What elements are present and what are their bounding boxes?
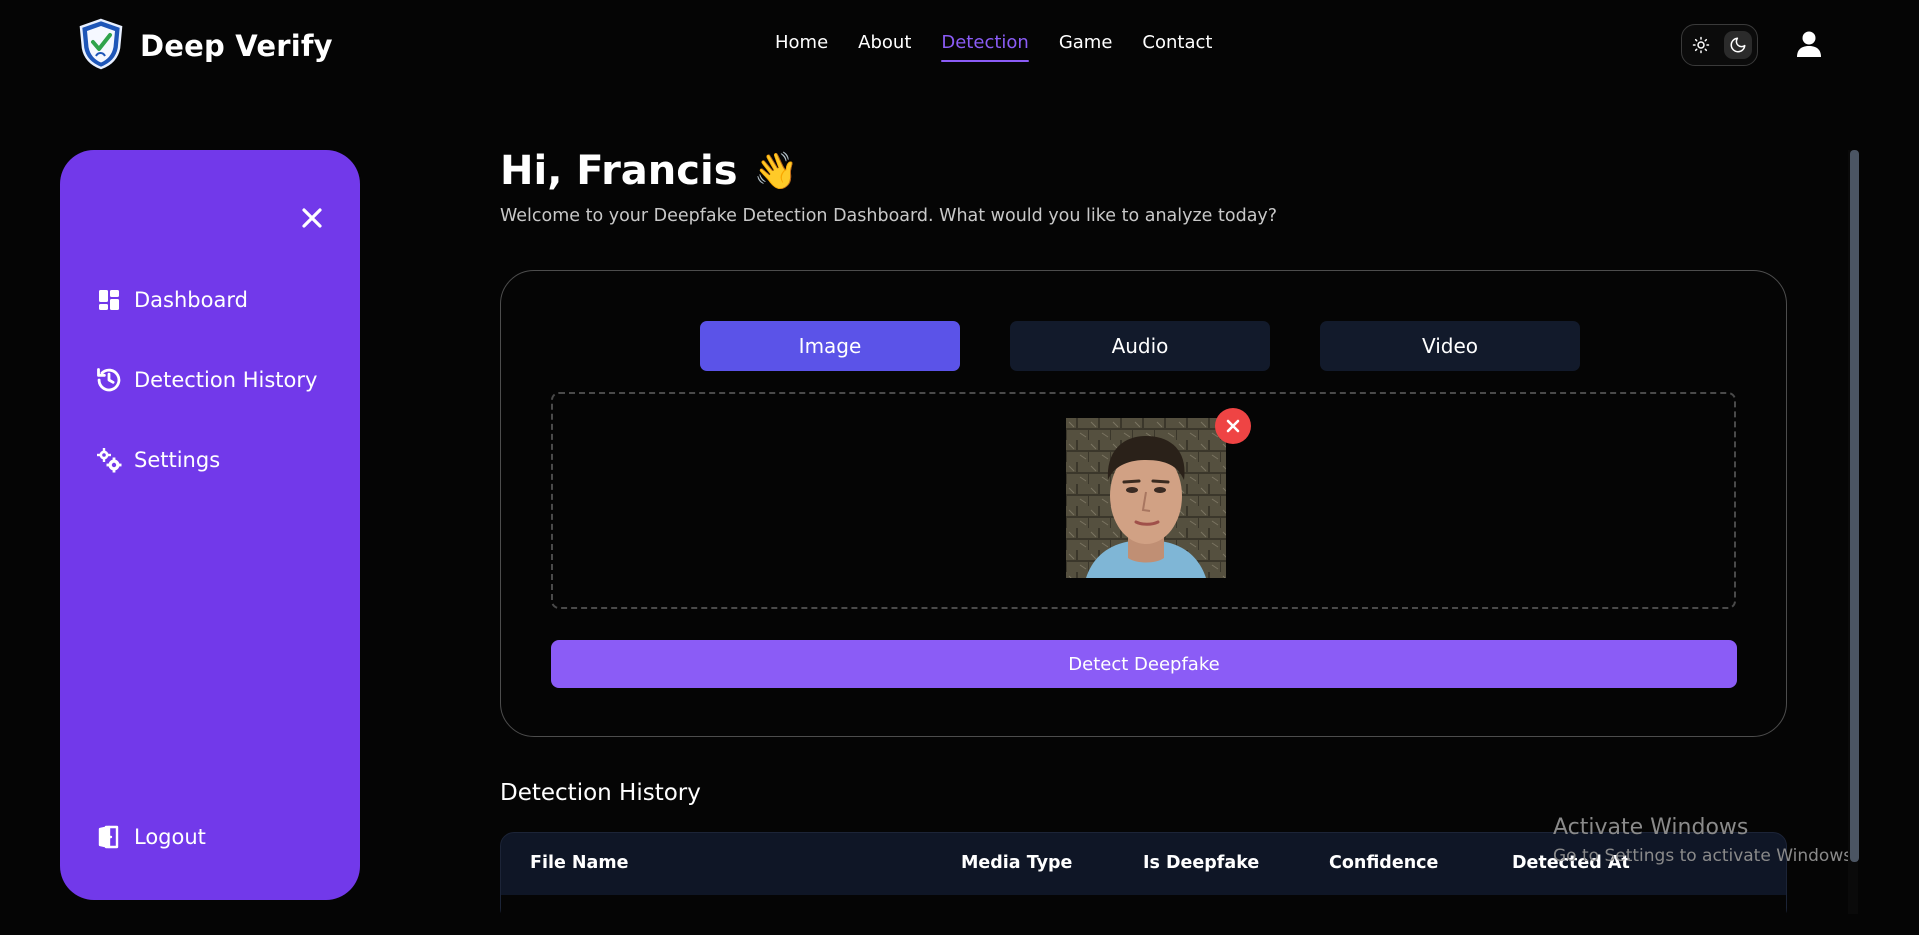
- detect-deepfake-button[interactable]: Detect Deepfake: [551, 640, 1737, 688]
- tab-image[interactable]: Image: [700, 321, 960, 371]
- close-icon[interactable]: [296, 202, 328, 234]
- sun-icon[interactable]: [1687, 31, 1715, 59]
- greeting-text: Hi, Francis: [500, 148, 738, 194]
- column-media-type[interactable]: Media Type: [961, 853, 1072, 873]
- shield-logo-icon: [78, 18, 124, 74]
- gears-icon: [95, 446, 123, 474]
- logout-label: Logout: [134, 825, 206, 849]
- upload-card: Image Audio Video Detect Deepfake: [500, 270, 1787, 737]
- column-file-name[interactable]: File Name: [530, 853, 628, 873]
- upload-dropzone[interactable]: [551, 392, 1736, 609]
- logout-icon: [95, 823, 123, 851]
- scrollbar-thumb[interactable]: [1850, 150, 1859, 862]
- wave-emoji: 👋: [753, 151, 799, 192]
- sidebar-item-settings[interactable]: Settings: [95, 446, 220, 474]
- tab-video[interactable]: Video: [1320, 321, 1580, 371]
- sidebar: Dashboard Detection History Settings Log…: [60, 150, 360, 900]
- nav-detection[interactable]: Detection: [941, 32, 1030, 62]
- table-row: [501, 895, 1786, 935]
- moon-icon[interactable]: [1724, 31, 1753, 59]
- sidebar-item-label: Settings: [134, 448, 221, 472]
- nav-about[interactable]: About: [858, 32, 911, 62]
- windows-activation-watermark: Activate Windows Go to Settings to activ…: [1553, 815, 1858, 866]
- column-confidence[interactable]: Confidence: [1329, 853, 1438, 873]
- sidebar-item-label: Detection History: [134, 368, 318, 392]
- welcome-subtitle: Welcome to your Deepfake Detection Dashb…: [500, 206, 1278, 226]
- watermark-title: Activate Windows: [1553, 815, 1749, 840]
- uploaded-image-preview: [1066, 418, 1226, 578]
- main-nav: Home About Detection Game Contact: [775, 32, 1212, 62]
- brand[interactable]: Deep Verify: [78, 18, 333, 74]
- brand-title: Deep Verify: [140, 29, 333, 63]
- nav-contact[interactable]: Contact: [1142, 32, 1212, 62]
- dashboard-icon: [95, 286, 123, 314]
- watermark-subtitle: Go to Settings to activate Windows.: [1553, 846, 1858, 866]
- column-is-deepfake[interactable]: Is Deepfake: [1143, 853, 1259, 873]
- theme-toggle[interactable]: [1681, 24, 1758, 66]
- top-navbar: Deep Verify Home About Detection Game Co…: [0, 0, 1919, 90]
- tab-audio[interactable]: Audio: [1010, 321, 1270, 371]
- sidebar-item-detection-history[interactable]: Detection History: [95, 366, 317, 394]
- detection-history-title: Detection History: [500, 780, 701, 806]
- greeting-heading: Hi, Francis 👋: [500, 148, 798, 194]
- logout-button[interactable]: Logout: [95, 823, 206, 851]
- user-icon[interactable]: [1793, 28, 1825, 60]
- nav-game[interactable]: Game: [1059, 32, 1113, 62]
- remove-image-button[interactable]: [1215, 408, 1251, 444]
- nav-home[interactable]: Home: [775, 32, 828, 62]
- history-icon: [95, 366, 123, 394]
- sidebar-item-label: Dashboard: [134, 288, 248, 312]
- sidebar-item-dashboard[interactable]: Dashboard: [95, 286, 248, 314]
